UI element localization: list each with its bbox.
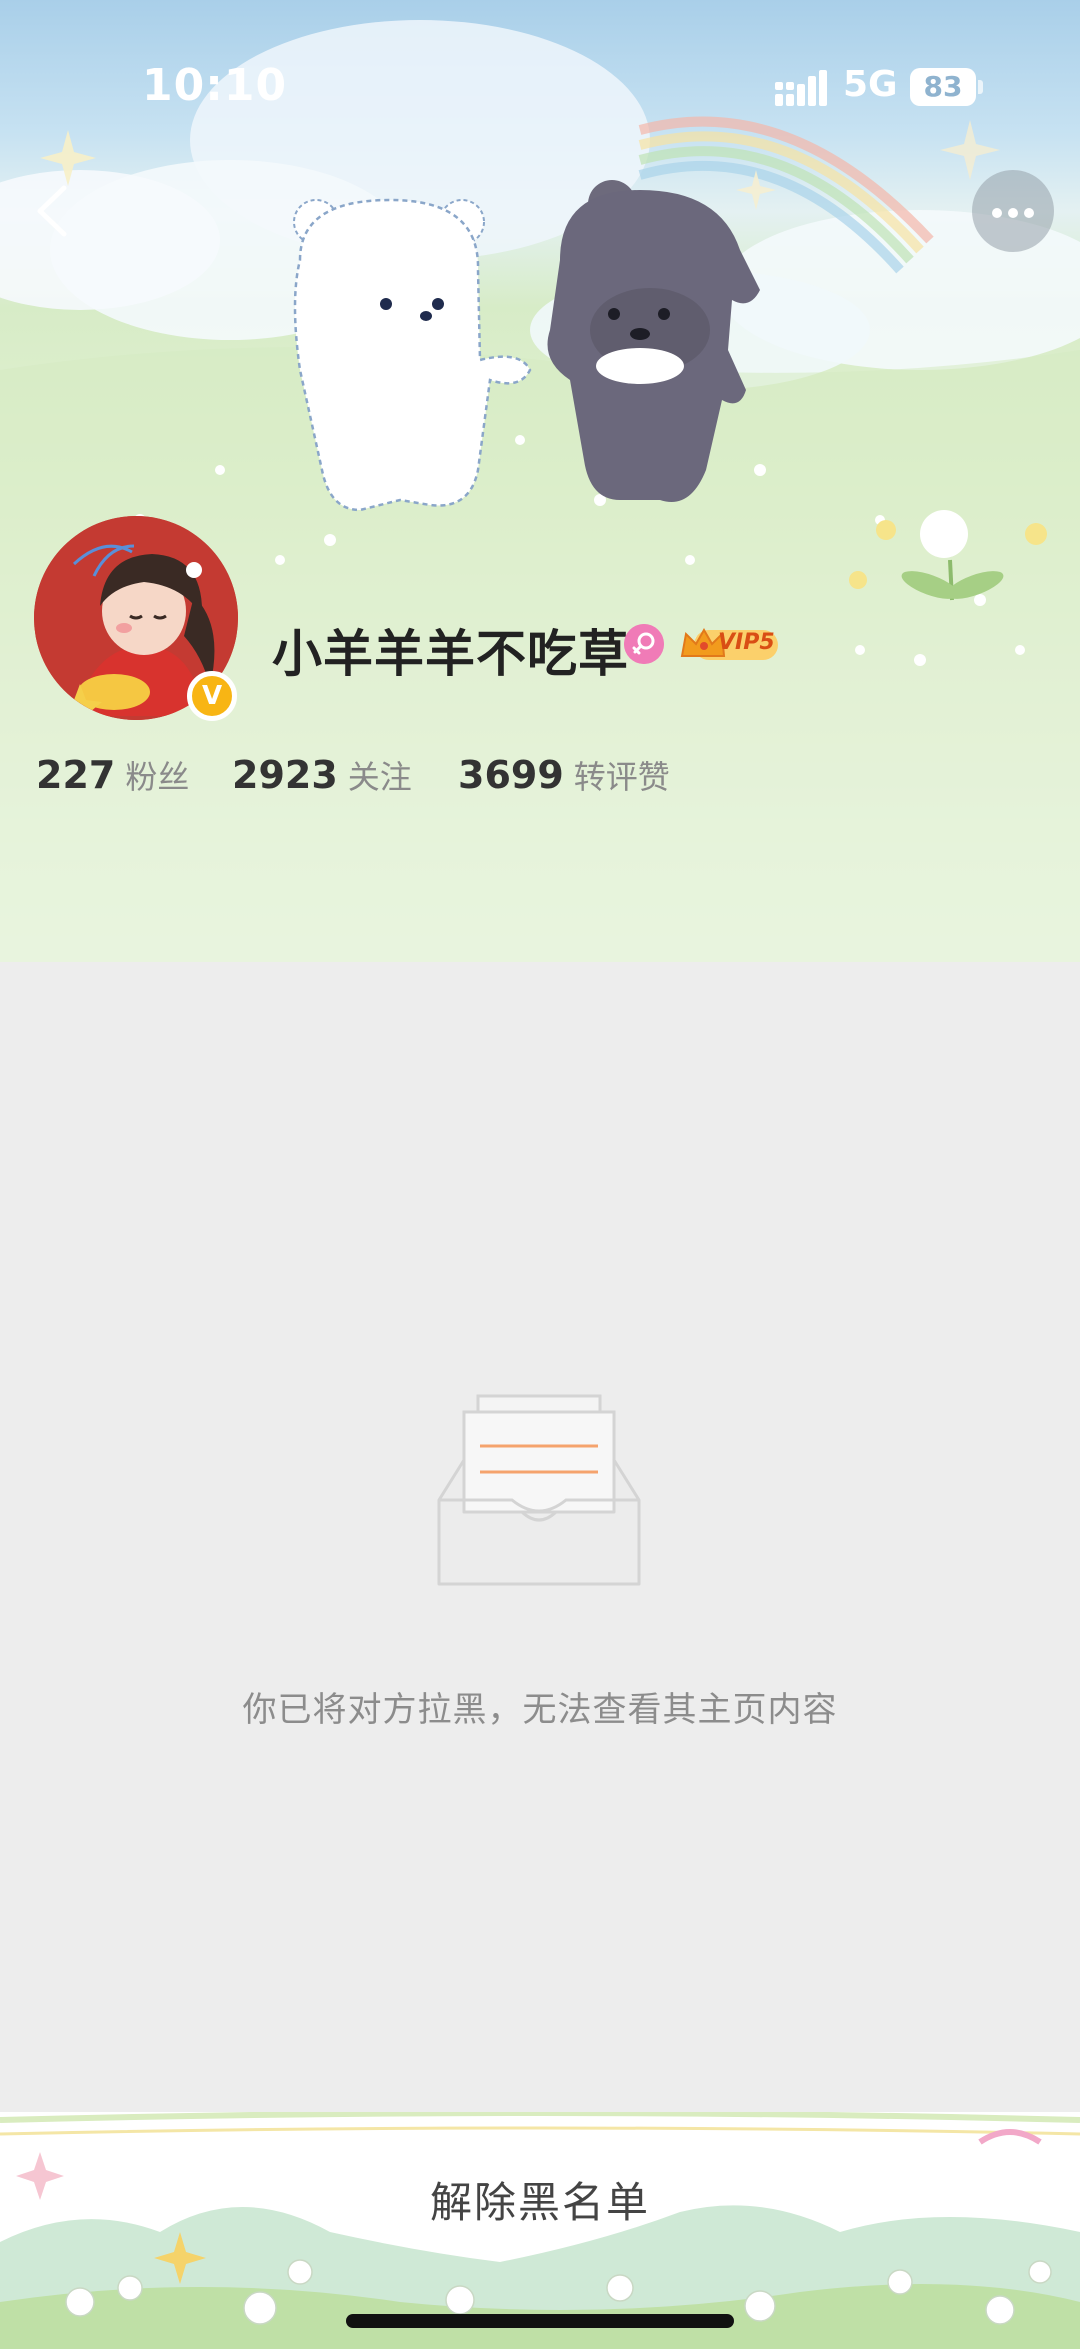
stat-interactions[interactable]: 3699 转评赞 (458, 752, 670, 798)
blocked-content-area: 你已将对方拉黑，无法查看其主页内容 (0, 962, 1080, 2112)
vip-label: VIP5 (718, 630, 775, 655)
more-button[interactable] (972, 170, 1054, 252)
cover-illustration (0, 20, 1080, 962)
stat-label: 转评赞 (573, 758, 670, 796)
empty-box-icon (437, 1394, 641, 1586)
stat-following[interactable]: 2923 关注 (232, 752, 412, 798)
network-type: 5G (843, 64, 898, 105)
status-bar: 10:10 5G 83 (0, 0, 1080, 140)
battery-icon: 83 (910, 68, 976, 106)
home-indicator (346, 2314, 734, 2328)
back-button[interactable] (24, 176, 80, 246)
battery-cap (978, 80, 983, 94)
profile-page: 10:10 5G 83 V 小羊羊羊不吃草 VIP5 227 粉丝 2923 关… (0, 0, 1080, 2349)
female-icon (624, 624, 664, 664)
chevron-left-icon (37, 185, 67, 237)
stat-value: 2923 (232, 753, 338, 797)
stat-followers[interactable]: 227 粉丝 (36, 752, 189, 798)
status-time: 10:10 (142, 60, 288, 111)
signal-icon (775, 70, 827, 106)
stat-label: 关注 (347, 758, 412, 796)
unblock-button[interactable]: 解除黑名单 (340, 2158, 740, 2248)
username: 小羊羊羊不吃草 (272, 625, 629, 683)
verified-badge: V (187, 671, 237, 721)
profile-cover: 10:10 5G 83 V 小羊羊羊不吃草 VIP5 227 粉丝 2923 关… (0, 0, 1080, 962)
stat-value: 3699 (458, 753, 564, 797)
blocked-message: 你已将对方拉黑，无法查看其主页内容 (242, 1690, 838, 1730)
ellipsis-icon (992, 208, 1002, 218)
stat-value: 227 (36, 753, 116, 797)
stat-label: 粉丝 (125, 758, 190, 796)
